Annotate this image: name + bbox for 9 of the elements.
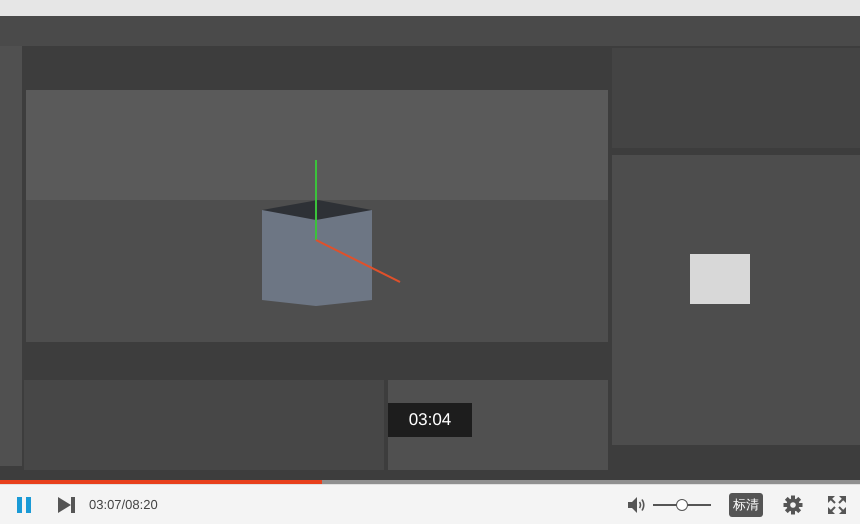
volume-icon[interactable] <box>627 496 647 514</box>
playback-time: 03:07/08:20 <box>89 497 158 512</box>
fullscreen-button[interactable] <box>828 496 846 514</box>
hover-time-tooltip: 03:04 <box>388 403 472 437</box>
pause-button[interactable] <box>16 496 32 514</box>
next-button[interactable] <box>57 496 77 514</box>
volume-slider[interactable] <box>653 498 711 510</box>
quality-button[interactable]: 标清 <box>729 492 763 516</box>
settings-button[interactable] <box>783 494 803 514</box>
